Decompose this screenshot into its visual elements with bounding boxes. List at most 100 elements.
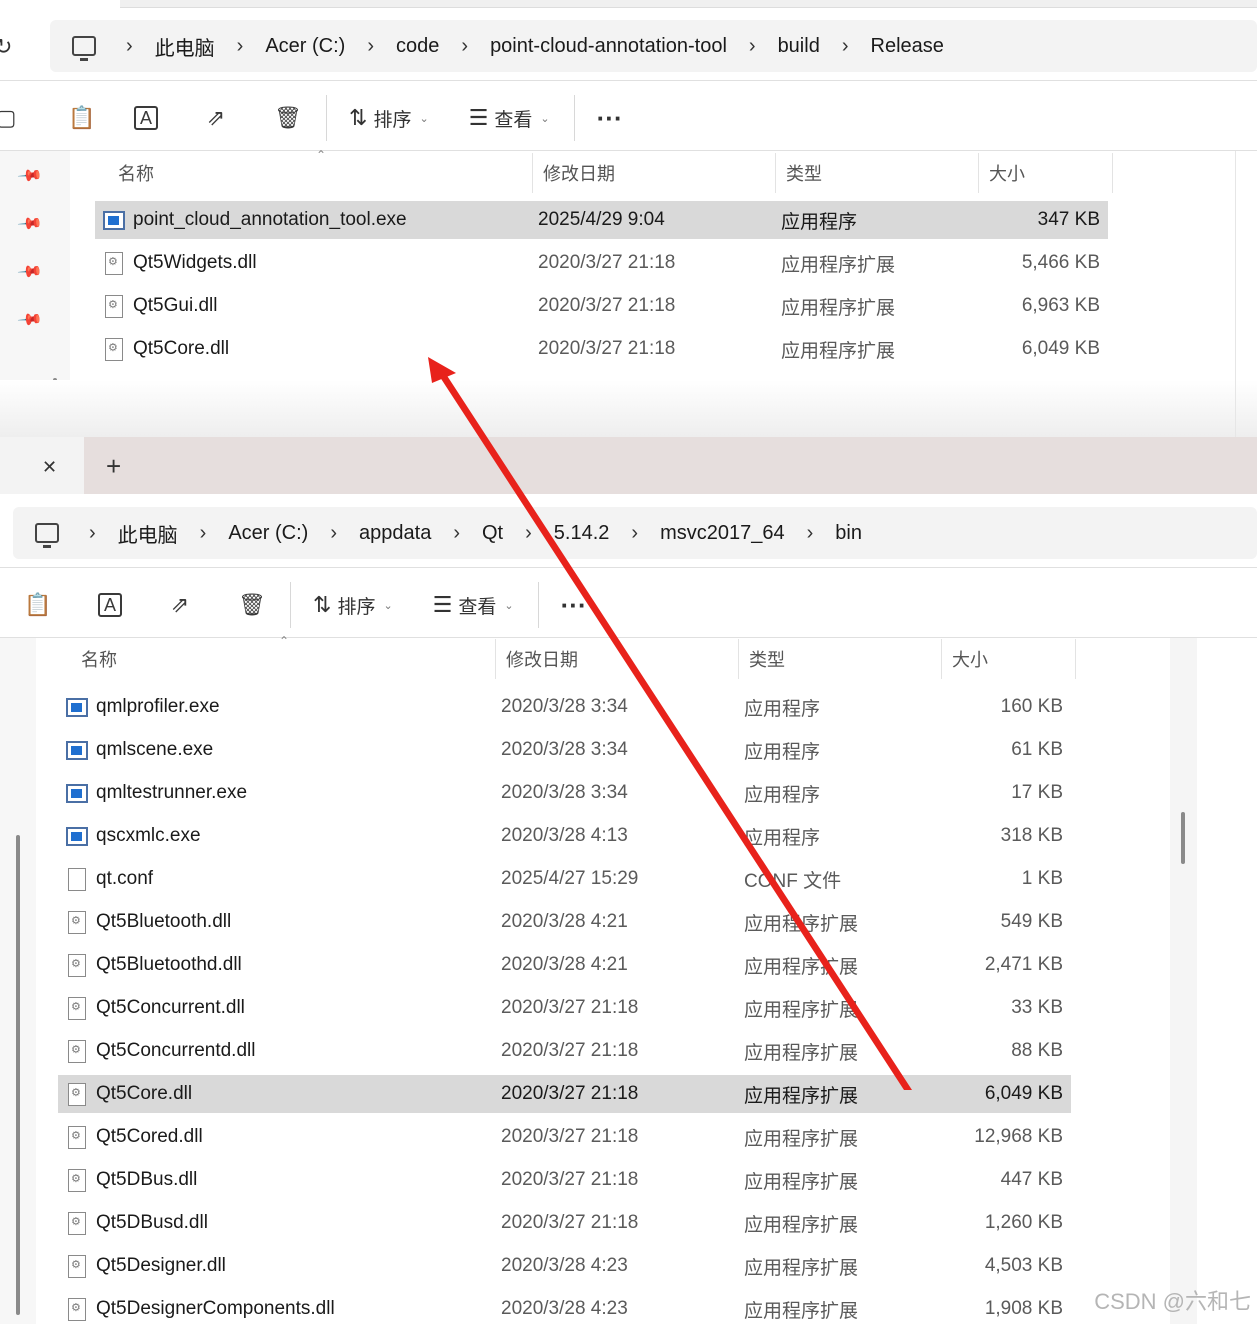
dll-file-icon: [68, 1039, 86, 1063]
file-name-cell: qscxmlc.exe: [58, 825, 501, 847]
address-bar[interactable]: › 此电脑 › Acer (C:) › code › point-cloud-annotati…: [50, 20, 1257, 72]
column-date[interactable]: 修改日期: [533, 153, 776, 193]
rename-icon[interactable]: A: [134, 106, 158, 130]
chevron-right-icon[interactable]: ›: [126, 35, 133, 58]
this-pc-icon: [72, 36, 96, 61]
file-row[interactable]: Qt5DBusd.dll 2020/3/27 21:18 应用程序扩展 1,260 K…: [58, 1204, 1071, 1242]
file-date: 2020/3/28 3:34: [501, 739, 628, 760]
file-row[interactable]: point_cloud_annotation_tool.exe 2025/4/29…: [95, 201, 1108, 239]
file-row[interactable]: Qt5Cored.dll 2020/3/27 21:18 应用程序扩展 12,968 …: [58, 1118, 1071, 1156]
address-bar[interactable]: › 此电脑 › Acer (C:) › appdata › Qt › 5.14.2 › msvc201…: [13, 507, 1257, 559]
file-size: 1 KB: [1021, 868, 1063, 889]
sort-button[interactable]: ⇅ 排序 ⌄: [349, 98, 429, 138]
file-row[interactable]: Qt5DesignerComponents.dll 2020/3/28 4:23 应…: [58, 1290, 1071, 1324]
column-size[interactable]: 大小: [979, 153, 1113, 193]
file-name-cell: point_cloud_annotation_tool.exe: [95, 209, 538, 231]
chevron-down-icon: ⌄: [540, 112, 550, 125]
breadcrumb-item[interactable]: › 此电脑: [67, 519, 178, 548]
file-type: 应用程序扩展: [744, 1171, 859, 1193]
file-date: 2020/3/28 4:13: [501, 825, 628, 846]
share-icon[interactable]: ⇗: [196, 98, 236, 138]
file-date: 2020/3/27 21:18: [538, 252, 676, 273]
sort-up-icon: ⌃: [279, 634, 290, 648]
file-row[interactable]: Qt5Core.dll 2020/3/27 21:18 应用程序扩展 6,049 KB: [95, 330, 1108, 368]
file-date: 2020/3/27 21:18: [501, 997, 639, 1018]
chevron-right-icon[interactable]: ›: [367, 35, 374, 58]
view-list-icon: ☰: [468, 105, 489, 130]
file-date: 2020/3/27 21:18: [538, 295, 676, 316]
more-options-button[interactable]: ···: [597, 98, 623, 138]
breadcrumb-item[interactable]: › Acer (C:): [178, 519, 309, 548]
share-icon[interactable]: ⇗: [160, 585, 200, 625]
breadcrumb-item[interactable]: › msvc2017_64: [609, 519, 784, 548]
paste-icon[interactable]: 📋: [62, 98, 102, 138]
column-date[interactable]: 修改日期: [496, 639, 739, 679]
breadcrumb-item[interactable]: › bin: [785, 519, 862, 548]
paste-icon[interactable]: 📋: [18, 585, 58, 625]
breadcrumb-item[interactable]: › Release: [820, 32, 944, 61]
column-type[interactable]: 类型: [776, 153, 979, 193]
file-type: 应用程序扩展: [744, 1128, 859, 1150]
file-row[interactable]: qt.conf 2025/4/27 15:29 CONF 文件 1 KB: [58, 860, 1071, 898]
chevron-right-icon[interactable]: ›: [330, 522, 337, 545]
file-row[interactable]: Qt5Designer.dll 2020/3/28 4:23 应用程序扩展 4,503…: [58, 1247, 1071, 1285]
view-button[interactable]: ☰ 查看 ⌄: [433, 585, 514, 625]
file-name: Qt5Bluetooth.dll: [96, 911, 232, 932]
breadcrumb-item[interactable]: › appdata: [308, 519, 431, 548]
column-type[interactable]: 类型: [739, 639, 942, 679]
file-row[interactable]: Qt5DBus.dll 2020/3/27 21:18 应用程序扩展 447 KB: [58, 1161, 1071, 1199]
chevron-right-icon[interactable]: ›: [453, 522, 460, 545]
application-icon: [66, 826, 88, 846]
file-row[interactable]: qmltestrunner.exe 2020/3/28 3:34 应用程序 17 KB: [58, 774, 1071, 812]
chevron-right-icon[interactable]: ›: [237, 35, 244, 58]
nav-scrollbar[interactable]: [16, 835, 20, 1315]
sort-button[interactable]: ⇅ 排序 ⌄: [313, 585, 393, 625]
file-size: 61 KB: [1011, 739, 1063, 760]
new-icon[interactable]: ▢: [0, 98, 26, 138]
vertical-scrollbar[interactable]: [1181, 812, 1185, 864]
chevron-right-icon[interactable]: ›: [461, 35, 468, 58]
delete-icon[interactable]: 🗑: [232, 585, 272, 625]
breadcrumb-item[interactable]: › Qt: [431, 519, 503, 548]
dll-file-icon: [105, 251, 123, 275]
command-bar: ▢ 📋 A ⇗ 🗑 ⇅ 排序 ⌄ ☰ 查看 ⌄ ···: [0, 83, 1257, 153]
breadcrumb-item[interactable]: › 此电脑: [104, 32, 215, 61]
application-icon: [66, 740, 88, 760]
chevron-right-icon[interactable]: ›: [525, 522, 532, 545]
file-name: Qt5Designer.dll: [96, 1255, 226, 1276]
view-button[interactable]: ☰ 查看 ⌄: [469, 98, 550, 138]
vertical-scroll-track: [1170, 638, 1197, 1324]
breadcrumb-item[interactable]: › code: [345, 32, 439, 61]
file-row[interactable]: Qt5Concurrent.dll 2020/3/27 21:18 应用程序扩展 33…: [58, 989, 1071, 1027]
command-bar: 📋 A ⇗ 🗑 ⇅ 排序 ⌄ ☰ 查看 ⌄ ···: [0, 570, 1257, 640]
delete-icon[interactable]: 🗑: [268, 98, 308, 138]
chevron-right-icon[interactable]: ›: [631, 522, 638, 545]
file-row[interactable]: qscxmlc.exe 2020/3/28 4:13 应用程序 318 KB: [58, 817, 1071, 855]
file-row[interactable]: qmlscene.exe 2020/3/28 3:34 应用程序 61 KB: [58, 731, 1071, 769]
breadcrumb-item[interactable]: › Acer (C:): [215, 32, 346, 61]
file-row[interactable]: Qt5Core.dll 2020/3/27 21:18 应用程序扩展 6,049 KB: [58, 1075, 1071, 1113]
breadcrumb-item[interactable]: › point-cloud-annotation-tool: [439, 32, 727, 61]
chevron-right-icon[interactable]: ›: [749, 35, 756, 58]
close-tab-icon[interactable]: ✕: [42, 457, 57, 478]
file-row[interactable]: Qt5Bluetoothd.dll 2020/3/28 4:21 应用程序扩展 2,4…: [58, 946, 1071, 984]
breadcrumb-item[interactable]: › build: [727, 32, 820, 61]
file-row[interactable]: Qt5Bluetooth.dll 2020/3/28 4:21 应用程序扩展 549 …: [58, 903, 1071, 941]
file-row[interactable]: Qt5Widgets.dll 2020/3/27 21:18 应用程序扩展 5,466…: [95, 244, 1108, 282]
file-row[interactable]: Qt5Concurrentd.dll 2020/3/27 21:18 应用程序扩展 8…: [58, 1032, 1071, 1070]
file-name: qmlscene.exe: [96, 739, 214, 760]
breadcrumb-item[interactable]: › 5.14.2: [503, 519, 609, 548]
active-tab[interactable]: ✕: [0, 437, 84, 494]
file-row[interactable]: Qt5Gui.dll 2020/3/27 21:18 应用程序扩展 6,963 KB: [95, 287, 1108, 325]
column-size[interactable]: 大小: [942, 639, 1076, 679]
chevron-right-icon[interactable]: ›: [200, 522, 207, 545]
chevron-right-icon[interactable]: ›: [807, 522, 814, 545]
file-row[interactable]: qmlprofiler.exe 2020/3/28 3:34 应用程序 160 KB: [58, 688, 1071, 726]
breadcrumb-label: code: [396, 34, 440, 57]
chevron-right-icon[interactable]: ›: [89, 522, 96, 545]
more-options-button[interactable]: ···: [561, 585, 587, 625]
chevron-right-icon[interactable]: ›: [842, 35, 849, 58]
refresh-icon[interactable]: ↻: [0, 34, 12, 60]
rename-icon[interactable]: A: [98, 593, 122, 617]
new-tab-icon[interactable]: +: [106, 451, 121, 482]
